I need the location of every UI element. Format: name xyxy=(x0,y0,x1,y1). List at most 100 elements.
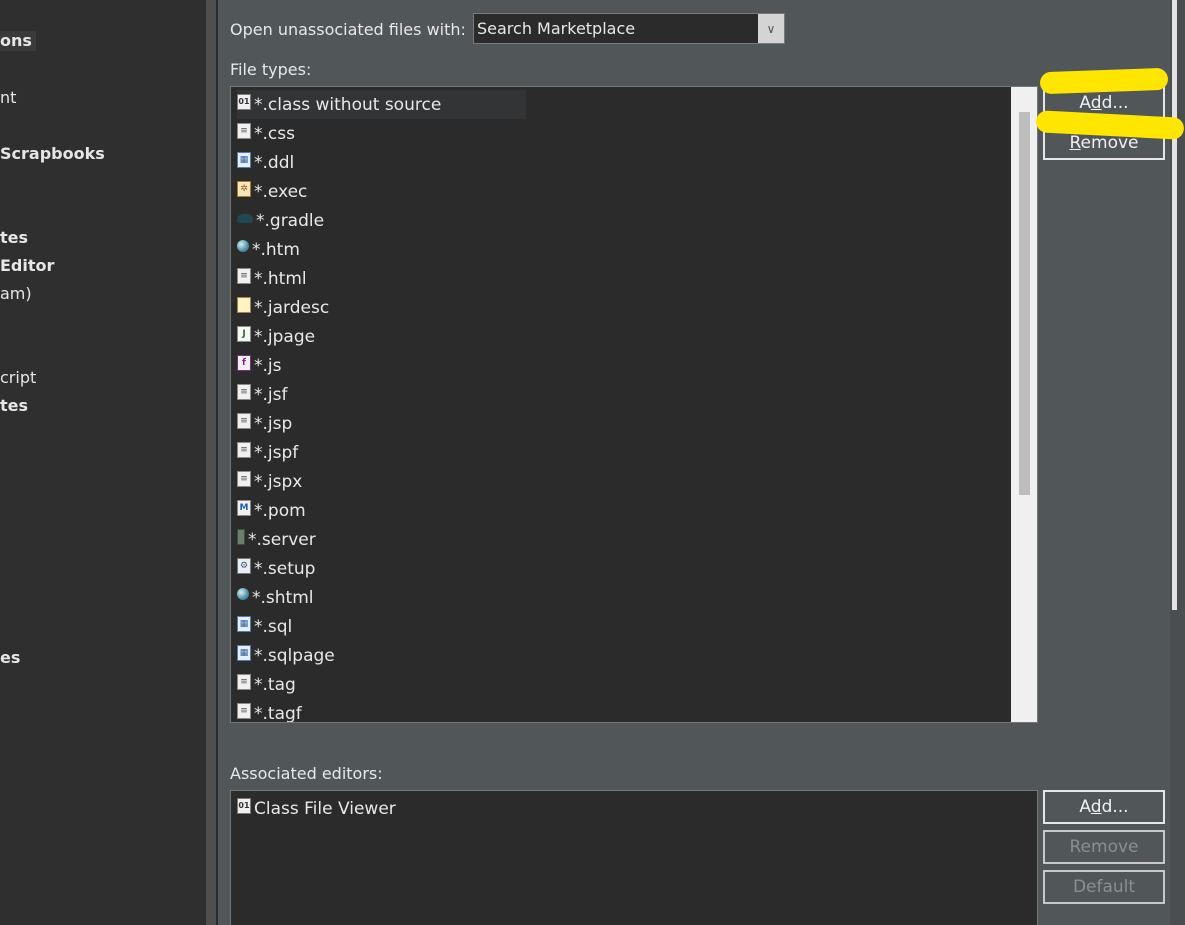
text-file-icon: ≡ xyxy=(237,470,251,487)
associated-editors-label: Associated editors: xyxy=(230,764,383,783)
list-item-label: *.css xyxy=(254,123,295,144)
server-icon xyxy=(237,528,245,545)
list-item[interactable]: *.server xyxy=(237,525,316,554)
jar-icon xyxy=(237,296,251,313)
open-with-label: Open unassociated files with: xyxy=(230,20,466,39)
list-item-label: *.htm xyxy=(252,239,300,260)
list-item-label: *.jsf xyxy=(254,384,288,405)
list-item-label: *.tagf xyxy=(254,703,302,723)
file-types-list[interactable]: 01 *.class without source ≡ *.css ▦ *.dd… xyxy=(230,86,1038,723)
database-file-icon: ▦ xyxy=(237,615,251,632)
tree-item[interactable]: Scrapbooks xyxy=(0,144,105,164)
text-file-icon: ≡ xyxy=(237,441,251,458)
button-label: d... xyxy=(1101,93,1129,113)
list-item[interactable]: ≡ *.tagf xyxy=(237,699,302,723)
list-item[interactable]: 01 *.class without source xyxy=(237,90,526,119)
tree-item[interactable]: tes xyxy=(0,228,28,248)
list-item-label: *.gradle xyxy=(256,210,325,231)
list-item[interactable]: *.htm xyxy=(237,235,300,264)
file-associations-page: Open unassociated files with: Search Mar… xyxy=(218,0,1185,925)
globe-icon xyxy=(237,587,249,600)
text-file-icon: ≡ xyxy=(237,673,251,690)
list-item-label: *.jspf xyxy=(254,442,299,463)
list-item[interactable]: ▦ *.sqlpage xyxy=(237,641,335,670)
text-file-icon: ≡ xyxy=(237,383,251,400)
file-types-scrollbar[interactable] xyxy=(1011,87,1037,722)
add-editor-button[interactable]: Add... xyxy=(1043,790,1165,824)
tree-item[interactable]: es xyxy=(0,648,20,668)
list-item[interactable]: *.gradle xyxy=(237,206,324,235)
text-file-icon: ≡ xyxy=(237,267,251,284)
open-with-value: Search Marketplace xyxy=(477,19,636,38)
file-types-label: File types: xyxy=(230,60,312,79)
list-item[interactable]: 01 Class File Viewer xyxy=(237,794,396,823)
list-item-label: *.exec xyxy=(254,181,308,202)
setup-file-icon: ⚙ xyxy=(237,557,251,574)
gradle-icon xyxy=(237,214,253,223)
mnemonic: R xyxy=(1069,133,1081,153)
list-item-label: *.tag xyxy=(254,674,296,695)
database-file-icon: ▦ xyxy=(237,644,251,661)
highlight-mark xyxy=(1039,67,1169,95)
text-file-icon: ≡ xyxy=(237,702,251,719)
list-item[interactable]: ✲ *.exec xyxy=(237,177,307,206)
database-file-icon: ▦ xyxy=(237,151,251,168)
list-item[interactable]: *.jardesc xyxy=(237,293,329,322)
list-item-label: *.server xyxy=(248,529,316,550)
mnemonic: d xyxy=(1090,797,1102,817)
list-item-label: *.sqlpage xyxy=(254,645,335,666)
list-item[interactable]: ▦ *.sql xyxy=(237,612,292,641)
list-item[interactable]: ▦ *.ddl xyxy=(237,148,294,177)
list-item-label: *.setup xyxy=(254,558,316,579)
button-label: A xyxy=(1079,797,1091,817)
list-item-label: *.jspx xyxy=(254,471,303,492)
button-label: d... xyxy=(1101,797,1129,817)
list-item[interactable]: ≡ *.jsf xyxy=(237,380,287,409)
tree-item[interactable]: Editor xyxy=(0,256,54,276)
open-with-combo[interactable]: Search Marketplace ∨ xyxy=(473,13,785,44)
list-item-label: *.html xyxy=(254,268,307,289)
tree-item[interactable]: nt xyxy=(0,88,16,108)
list-item-label: *.jpage xyxy=(254,326,316,347)
list-item[interactable]: ⚙ *.setup xyxy=(237,554,315,583)
tree-item[interactable]: am) xyxy=(0,284,32,304)
list-item-label: *.ddl xyxy=(254,152,295,173)
list-item[interactable]: *.shtml xyxy=(237,583,313,612)
list-item[interactable]: ≡ *.jspf xyxy=(237,438,298,467)
list-item[interactable]: ≡ *.jspx xyxy=(237,467,302,496)
js-file-icon: f xyxy=(237,354,251,371)
page-scrollbar-thumb[interactable] xyxy=(1172,0,1177,610)
maven-file-icon: M xyxy=(237,499,251,516)
tree-item[interactable]: cript xyxy=(0,368,36,388)
list-item-label: *.class without source xyxy=(254,94,442,115)
list-item-label: *.js xyxy=(254,355,282,376)
gear-file-icon: ✲ xyxy=(237,180,251,197)
list-item[interactable]: f *.js xyxy=(237,351,281,380)
list-item[interactable]: M *.pom xyxy=(237,496,306,525)
mnemonic: d xyxy=(1090,93,1102,113)
preferences-tree[interactable]: ons nt Scrapbooks tes Editor am) cript t… xyxy=(0,0,206,925)
list-item-label: *.sql xyxy=(254,616,293,637)
associated-editors-list[interactable]: 01 Class File Viewer xyxy=(230,790,1038,925)
list-item[interactable]: ≡ *.html xyxy=(237,264,307,293)
list-item-label: *.pom xyxy=(254,500,306,521)
class-file-icon: 01 xyxy=(237,797,251,814)
java-file-icon: J xyxy=(237,325,251,342)
remove-editor-button[interactable]: Remove xyxy=(1043,830,1165,864)
list-item-label: *.jardesc xyxy=(254,297,330,318)
tree-item-selected[interactable]: ons xyxy=(0,31,36,51)
list-item-label: *.shtml xyxy=(252,587,314,608)
scrollbar-thumb[interactable] xyxy=(1019,112,1030,495)
text-file-icon: ≡ xyxy=(237,122,251,139)
list-item-label: Class File Viewer xyxy=(254,798,396,819)
tree-item[interactable]: tes xyxy=(0,396,28,416)
list-item[interactable]: ≡ *.tag xyxy=(237,670,296,699)
list-item[interactable]: J *.jpage xyxy=(237,322,315,351)
globe-icon xyxy=(237,239,249,252)
class-file-icon: 01 xyxy=(237,93,251,110)
chevron-down-icon[interactable]: ∨ xyxy=(758,14,784,43)
text-file-icon: ≡ xyxy=(237,412,251,429)
list-item[interactable]: ≡ *.css xyxy=(237,119,295,148)
default-editor-button[interactable]: Default xyxy=(1043,870,1165,904)
list-item[interactable]: ≡ *.jsp xyxy=(237,409,292,438)
